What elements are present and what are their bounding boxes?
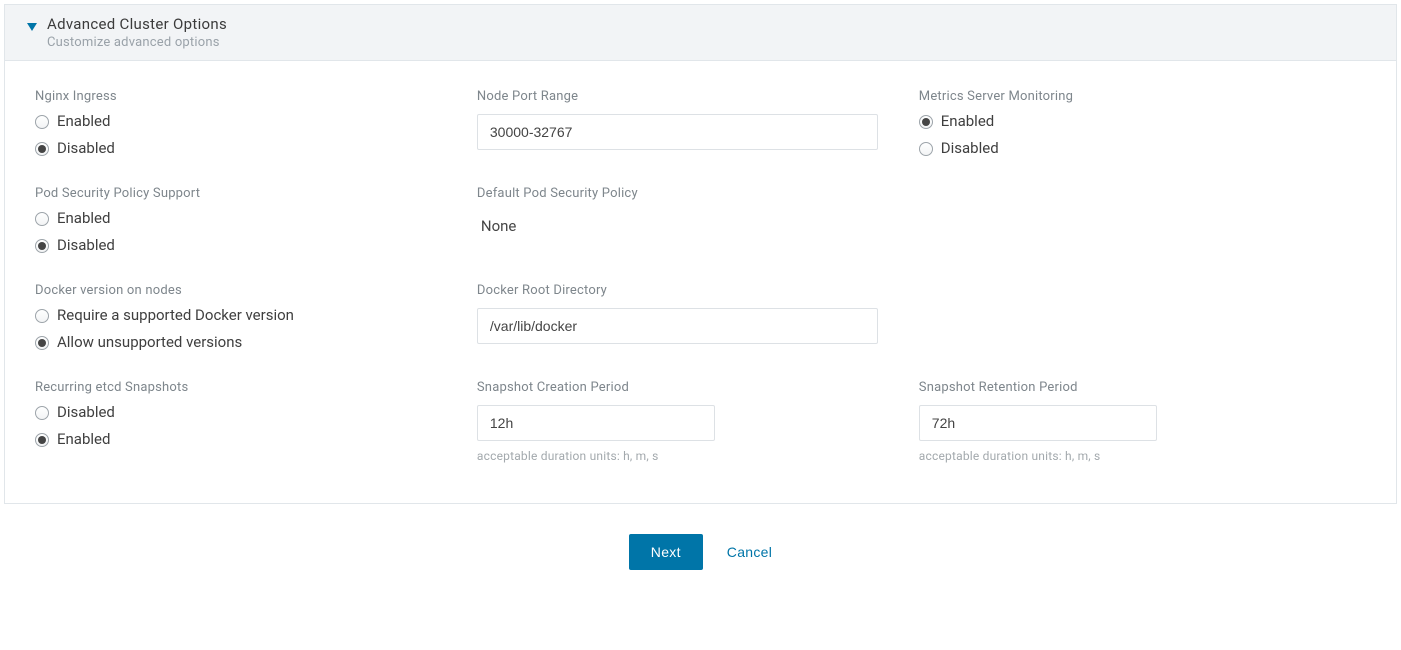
cancel-button[interactable]: Cancel	[727, 544, 772, 560]
metrics-server-radio-group: Enabled Disabled	[919, 114, 1341, 156]
panel-subtitle: Customize advanced options	[47, 35, 1380, 50]
default-pod-policy-value: None	[477, 211, 899, 241]
radio-label: Enabled	[57, 114, 110, 129]
metrics-server-disabled-radio[interactable]: Disabled	[919, 141, 1341, 156]
pod-security-disabled-radio[interactable]: Disabled	[35, 238, 457, 253]
pod-security-radio-group: Enabled Disabled	[35, 211, 457, 253]
radio-label: Disabled	[57, 141, 115, 156]
collapse-toggle-icon[interactable]	[27, 23, 37, 31]
metrics-server-enabled-radio[interactable]: Enabled	[919, 114, 1341, 129]
default-pod-policy-label: Default Pod Security Policy	[477, 186, 899, 201]
radio-label: Disabled	[57, 405, 115, 420]
snapshot-retention-label: Snapshot Retention Period	[919, 380, 1341, 395]
radio-label: Disabled	[57, 238, 115, 253]
advanced-cluster-options-panel: Advanced Cluster Options Customize advan…	[4, 4, 1397, 504]
radio-icon	[35, 336, 49, 350]
docker-version-require-radio[interactable]: Require a supported Docker version	[35, 308, 457, 323]
node-port-range-input[interactable]	[477, 114, 878, 150]
radio-icon	[919, 142, 933, 156]
radio-label: Enabled	[941, 114, 994, 129]
snapshot-creation-hint: acceptable duration units: h, m, s	[477, 449, 899, 463]
radio-icon	[35, 115, 49, 129]
radio-icon	[35, 142, 49, 156]
radio-label: Enabled	[57, 432, 110, 447]
nginx-ingress-radio-group: Enabled Disabled	[35, 114, 457, 156]
snapshot-creation-label: Snapshot Creation Period	[477, 380, 899, 395]
radio-label: Allow unsupported versions	[57, 335, 242, 350]
nginx-ingress-disabled-radio[interactable]: Disabled	[35, 141, 457, 156]
radio-icon	[35, 309, 49, 323]
radio-icon	[35, 212, 49, 226]
docker-version-radio-group: Require a supported Docker version Allow…	[35, 308, 457, 350]
snapshot-creation-input[interactable]	[477, 405, 715, 441]
snapshot-retention-hint: acceptable duration units: h, m, s	[919, 449, 1341, 463]
nginx-ingress-label: Nginx Ingress	[35, 89, 457, 104]
nginx-ingress-enabled-radio[interactable]: Enabled	[35, 114, 457, 129]
radio-label: Require a supported Docker version	[57, 308, 294, 323]
radio-icon	[35, 406, 49, 420]
etcd-snapshots-radio-group: Disabled Enabled	[35, 405, 457, 447]
radio-icon	[919, 115, 933, 129]
metrics-server-label: Metrics Server Monitoring	[919, 89, 1341, 104]
docker-version-allow-radio[interactable]: Allow unsupported versions	[35, 335, 457, 350]
etcd-snapshots-enabled-radio[interactable]: Enabled	[35, 432, 457, 447]
snapshot-retention-input[interactable]	[919, 405, 1157, 441]
footer-actions: Next Cancel	[0, 508, 1401, 588]
etcd-snapshots-disabled-radio[interactable]: Disabled	[35, 405, 457, 420]
pod-security-enabled-radio[interactable]: Enabled	[35, 211, 457, 226]
node-port-range-label: Node Port Range	[477, 89, 899, 104]
etcd-snapshots-label: Recurring etcd Snapshots	[35, 380, 457, 395]
panel-header[interactable]: Advanced Cluster Options Customize advan…	[5, 5, 1396, 61]
docker-version-label: Docker version on nodes	[35, 283, 457, 298]
docker-root-dir-input[interactable]	[477, 308, 878, 344]
docker-root-dir-label: Docker Root Directory	[477, 283, 899, 298]
panel-body: Nginx Ingress Enabled Disabled Node Port…	[5, 61, 1396, 503]
radio-icon	[35, 239, 49, 253]
radio-label: Disabled	[941, 141, 999, 156]
pod-security-support-label: Pod Security Policy Support	[35, 186, 457, 201]
panel-title: Advanced Cluster Options	[47, 15, 1380, 33]
radio-label: Enabled	[57, 211, 110, 226]
radio-icon	[35, 433, 49, 447]
next-button[interactable]: Next	[629, 534, 703, 570]
